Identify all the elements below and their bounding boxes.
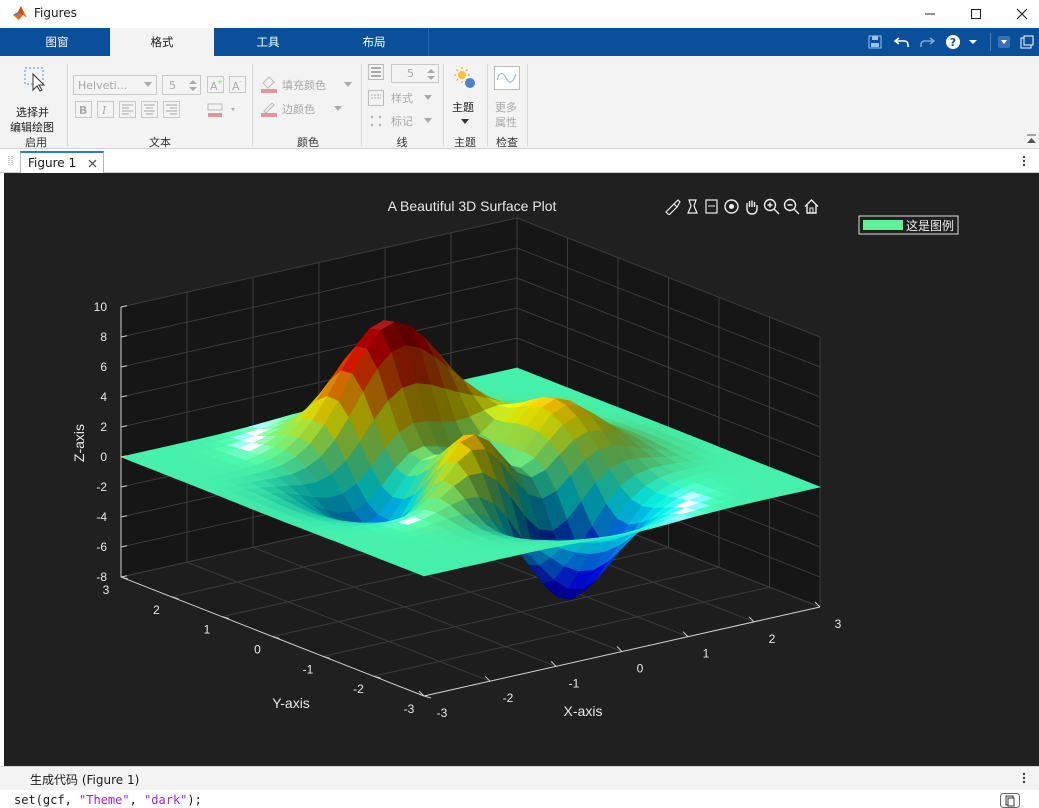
more-options-icon[interactable] xyxy=(1022,772,1026,784)
code-text: set(gcf, "Theme", "dark"); xyxy=(14,793,202,807)
y-tick-label: 3 xyxy=(103,583,110,597)
z-tick-label: 2 xyxy=(100,420,107,434)
code-suffix: ); xyxy=(187,793,202,807)
y-tick-label: -3 xyxy=(404,702,415,716)
z-tick-label: 8 xyxy=(100,330,107,344)
x-tick-label: 3 xyxy=(835,617,842,631)
zoom-out-icon[interactable] xyxy=(783,198,800,215)
code-string-dark: "dark" xyxy=(144,793,188,807)
z-tick-label: -6 xyxy=(96,540,107,554)
x-axis-label: X-axis xyxy=(564,703,603,719)
z-tick-label: -4 xyxy=(96,510,107,524)
y-tick-label: 2 xyxy=(153,603,160,617)
plot-title: A Beautiful 3D Surface Plot xyxy=(388,198,557,214)
export-icon[interactable] xyxy=(703,198,720,215)
code-prefix: set(gcf, xyxy=(14,793,80,807)
z-axis-label: Z-axis xyxy=(71,424,87,462)
x-tick-label: 0 xyxy=(637,662,644,676)
surface-plot[interactable]: 1086420-2-4-6-8-3-2-101233210-1-2-3 A Be… xyxy=(0,0,1039,808)
x-tick-label: -1 xyxy=(569,676,580,690)
code-line[interactable]: set(gcf, "Theme", "dark"); xyxy=(0,790,1039,808)
code-panel-header: 生成代码 (Figure 1) xyxy=(0,766,1039,790)
y-tick-label: -2 xyxy=(353,682,364,696)
z-tick-label: 10 xyxy=(94,300,108,314)
legend-label: 这是图例 xyxy=(906,218,954,233)
y-tick-label: -1 xyxy=(303,662,314,676)
legend-swatch xyxy=(863,220,903,230)
brush-icon[interactable] xyxy=(664,198,681,215)
zoom-in-icon[interactable] xyxy=(763,198,780,215)
code-panel-title: 生成代码 (Figure 1) xyxy=(30,773,140,787)
x-tick-label: 2 xyxy=(769,632,776,646)
z-tick-label: 6 xyxy=(100,360,107,374)
x-tick-label: 1 xyxy=(703,647,710,661)
pan-icon[interactable] xyxy=(743,198,760,215)
z-tick-label: 4 xyxy=(100,390,107,404)
z-tick-label: 0 xyxy=(100,450,107,464)
y-tick-mark xyxy=(423,695,432,699)
copy-icon[interactable] xyxy=(1000,793,1020,808)
legend[interactable]: 这是图例 xyxy=(858,215,959,235)
y-axis-label: Y-axis xyxy=(272,695,310,711)
x-tick-label: -3 xyxy=(437,706,448,720)
y-tick-label: 0 xyxy=(254,643,261,657)
home-icon[interactable] xyxy=(803,198,820,215)
z-tick-label: -2 xyxy=(96,480,107,494)
rotate-3d-icon[interactable] xyxy=(723,198,740,215)
code-string-theme: "Theme" xyxy=(79,793,130,807)
z-tick-label: -8 xyxy=(96,570,107,584)
code-comma: , xyxy=(129,793,145,807)
data-tips-icon[interactable] xyxy=(684,198,701,215)
x-tick-label: -2 xyxy=(503,691,514,705)
y-tick-label: 1 xyxy=(204,623,211,637)
